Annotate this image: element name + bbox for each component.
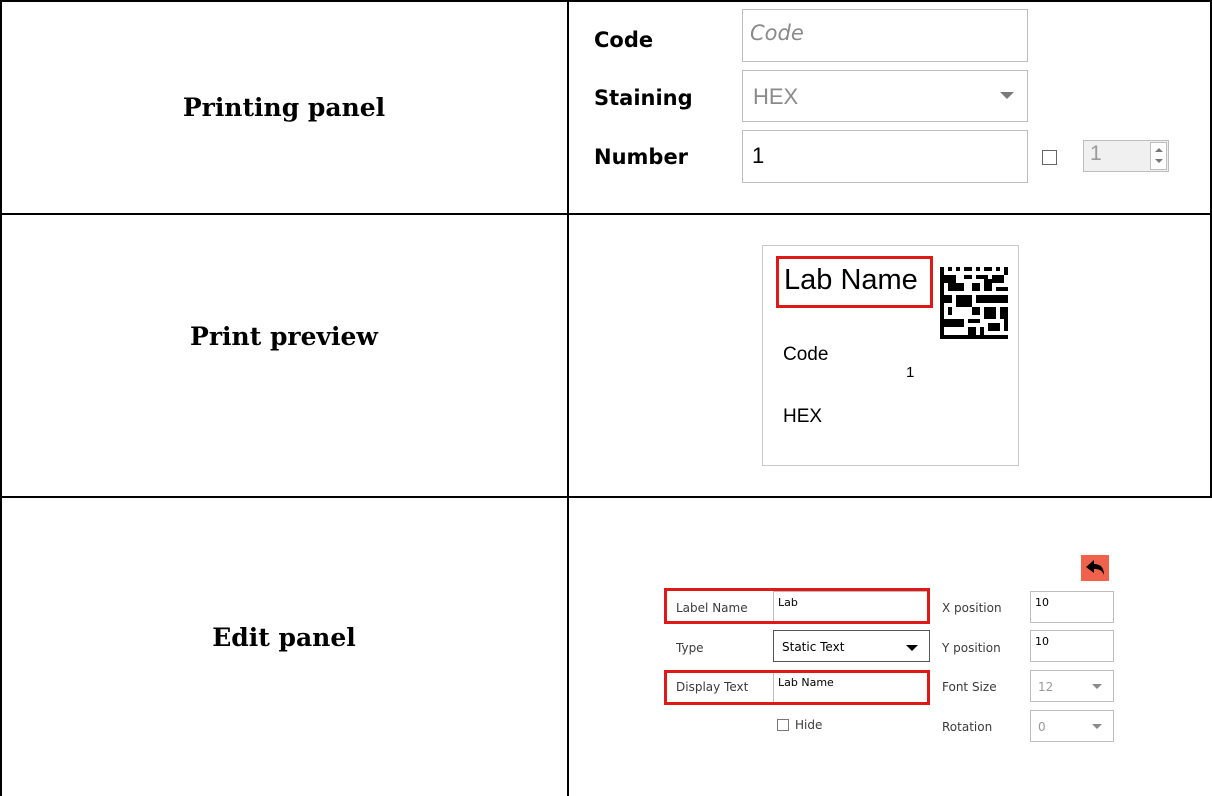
rotation-label: Rotation	[942, 720, 993, 734]
stepper-up-icon[interactable]	[1155, 148, 1163, 152]
row-label-print-preview: Print preview	[190, 322, 378, 351]
staining-chevron-down-icon[interactable]	[1000, 92, 1014, 99]
table-border-top	[0, 0, 1212, 2]
stepper-down-icon[interactable]	[1155, 159, 1163, 163]
hide-label: Hide	[795, 718, 823, 732]
preview-staining: HEX	[783, 406, 823, 427]
staining-label: Staining	[594, 86, 693, 110]
type-chevron-down-icon[interactable]	[906, 645, 918, 651]
type-label: Type	[676, 641, 704, 655]
copies-checkbox[interactable]	[1042, 150, 1057, 165]
y-position-label: Y position	[942, 641, 1001, 655]
font-size-label: Font Size	[942, 680, 997, 694]
display-text-highlight	[664, 670, 930, 705]
row-label-edit-panel: Edit panel	[212, 623, 356, 652]
number-label: Number	[594, 145, 689, 169]
table-border-row2	[0, 496, 1212, 498]
preview-code: Code	[783, 344, 829, 365]
x-position-value: 10	[1035, 596, 1049, 609]
rotation-chevron-down-icon[interactable]	[1092, 724, 1102, 729]
copies-value: 1	[1090, 142, 1102, 165]
x-position-label: X position	[942, 601, 1002, 615]
y-position-value: 10	[1035, 635, 1049, 648]
back-button[interactable]	[1081, 555, 1109, 581]
font-size-value: 12	[1038, 680, 1054, 694]
row-label-printing-panel: Printing panel	[182, 93, 386, 122]
number-value: 1	[752, 143, 765, 168]
table-border-row1	[0, 213, 1212, 215]
rotation-value: 0	[1038, 720, 1046, 734]
lab-name-highlight	[776, 256, 933, 308]
staining-value: HEX	[753, 84, 799, 109]
back-arrow-icon	[1086, 560, 1104, 575]
label-name-highlight	[664, 588, 930, 624]
stepper-buttons	[1150, 142, 1167, 170]
preview-number: 1	[906, 364, 915, 381]
datamatrix-barcode-icon	[940, 267, 1008, 339]
code-placeholder: Code	[750, 21, 804, 45]
hide-checkbox[interactable]	[777, 719, 789, 731]
code-label: Code	[594, 28, 654, 52]
font-size-chevron-down-icon[interactable]	[1092, 684, 1102, 689]
number-input[interactable]	[742, 130, 1028, 183]
type-value: Static Text	[782, 640, 845, 654]
